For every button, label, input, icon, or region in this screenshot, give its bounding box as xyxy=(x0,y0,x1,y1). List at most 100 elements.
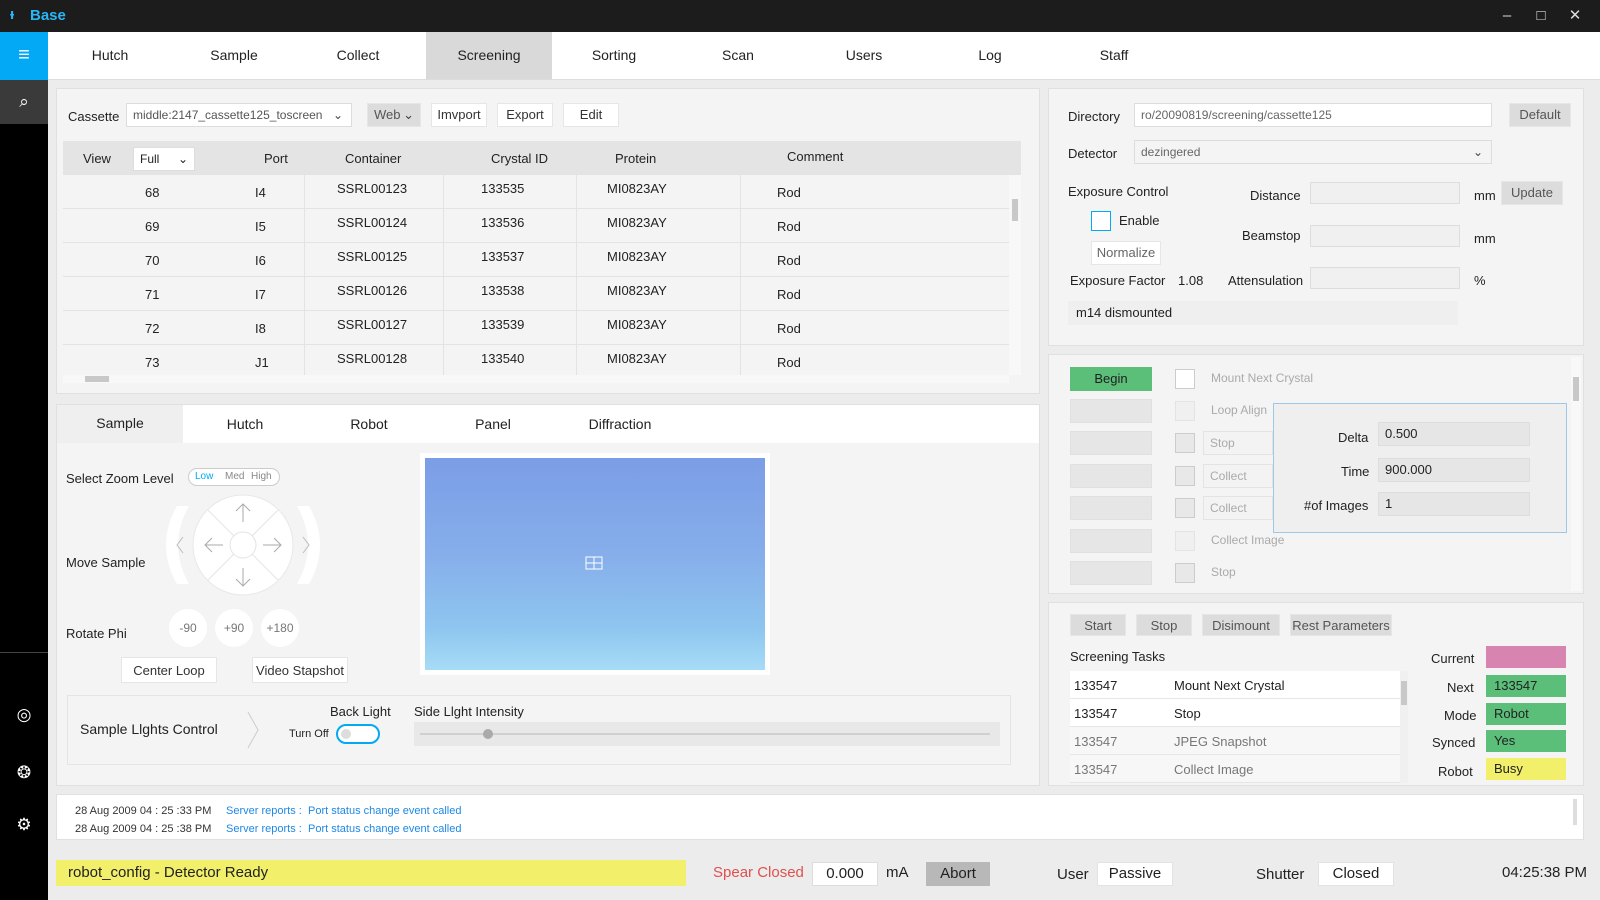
cassette-select-value: middle:2147_cassette125_toscreen xyxy=(133,108,323,122)
video-view[interactable] xyxy=(420,453,770,675)
export-button[interactable]: Export xyxy=(497,103,553,127)
table-horizontal-scrollbar[interactable] xyxy=(63,375,1009,383)
task-row[interactable]: 133547 JPEG Snapshot xyxy=(1070,727,1400,755)
beamstop-input[interactable] xyxy=(1310,225,1460,247)
rotate-plus180-button[interactable]: +180 xyxy=(261,609,299,647)
tab-users[interactable]: Users xyxy=(802,32,926,79)
sequence-scrollbar[interactable] xyxy=(1571,357,1581,591)
title-bar: ᵻ Base – □ ✕ xyxy=(0,0,1600,32)
directory-input[interactable]: ro/20090819/screening/cassette125 xyxy=(1134,103,1492,127)
slider-knob[interactable] xyxy=(483,729,494,739)
hamburger-menu-icon[interactable]: ≡ xyxy=(0,32,48,80)
subtab-sample[interactable]: Sample xyxy=(57,405,183,443)
step-loop-align: Loop Align xyxy=(1211,403,1268,417)
table-row[interactable]: 70 I6 SSRL00125 133537 MI0823AY Rod xyxy=(63,243,1009,277)
abort-button[interactable]: Abort xyxy=(926,862,990,886)
rotate-minus90-button[interactable]: -90 xyxy=(169,609,207,647)
back-light-toggle[interactable] xyxy=(336,724,380,744)
table-vertical-scrollbar[interactable] xyxy=(1009,175,1021,375)
cell-protein: MI0823AY xyxy=(607,249,667,264)
side-light-slider[interactable] xyxy=(414,722,1000,746)
rotate-plus90-button[interactable]: +90 xyxy=(215,609,253,647)
attenuation-input[interactable] xyxy=(1310,267,1460,289)
import-button[interactable]: Imvport xyxy=(431,103,487,127)
source-select[interactable]: Web ⌄ xyxy=(367,103,421,127)
cell-num: 71 xyxy=(145,287,160,302)
log-scrollbar[interactable] xyxy=(1573,799,1577,825)
tab-sorting[interactable]: Sorting xyxy=(552,32,676,79)
step-collect[interactable]: Collect xyxy=(1203,464,1273,488)
tab-screening[interactable]: Screening xyxy=(426,32,552,79)
tasks-scrollbar[interactable] xyxy=(1400,671,1408,783)
step-checkbox[interactable] xyxy=(1175,531,1195,551)
step-checkbox[interactable] xyxy=(1175,369,1195,389)
subtab-panel[interactable]: Panel xyxy=(431,405,555,443)
zoom-med[interactable]: Med xyxy=(225,471,244,482)
tab-staff[interactable]: Staff xyxy=(1052,32,1176,79)
task-row[interactable]: 133547 Stop xyxy=(1070,699,1400,727)
default-button[interactable]: Default xyxy=(1509,103,1571,127)
begin-button[interactable]: Begin xyxy=(1070,367,1152,391)
step-checkbox[interactable] xyxy=(1175,433,1195,453)
tab-collect[interactable]: Collect xyxy=(296,32,420,79)
zoom-low[interactable]: Low xyxy=(195,471,213,482)
detector-select[interactable]: dezingered ⌄ xyxy=(1134,140,1492,164)
move-sample-pad[interactable] xyxy=(163,490,323,600)
user-icon[interactable]: ◎ xyxy=(0,700,48,730)
cell-container: SSRL00125 xyxy=(337,249,408,264)
step-checkbox[interactable] xyxy=(1175,563,1195,583)
enable-checkbox[interactable] xyxy=(1091,211,1111,231)
log-panel: 28 Aug 2009 04 : 25 :33 PM Server report… xyxy=(56,794,1584,840)
tab-log[interactable]: Log xyxy=(928,32,1052,79)
table-row[interactable]: 73 J1 SSRL00128 133540 MI0823AY Rod xyxy=(63,345,1009,375)
normalize-button[interactable]: Normalize xyxy=(1091,241,1161,265)
table-row[interactable]: 68 I4 SSRL00123 133535 MI0823AY Rod xyxy=(63,175,1009,209)
subtab-hutch[interactable]: Hutch xyxy=(183,405,307,443)
tab-scan[interactable]: Scan xyxy=(676,32,800,79)
synced-label: Synced xyxy=(1432,735,1476,750)
minimize-button[interactable]: – xyxy=(1494,5,1520,27)
subtab-diffraction[interactable]: Diffraction xyxy=(555,405,685,443)
cell-port: I4 xyxy=(255,185,266,200)
tab-sample[interactable]: Sample xyxy=(172,32,296,79)
network-icon[interactable]: ❂ xyxy=(0,758,48,788)
task-row[interactable]: 133547 Collect Image xyxy=(1070,755,1400,783)
chevron-right-icon xyxy=(247,711,259,749)
zoom-high[interactable]: High xyxy=(251,471,272,482)
step-collect-2[interactable]: Collect xyxy=(1203,496,1273,520)
step-checkbox[interactable] xyxy=(1175,401,1195,421)
maximize-button[interactable]: □ xyxy=(1528,5,1554,27)
cell-container: SSRL00124 xyxy=(337,215,408,230)
dismount-button[interactable]: Disimount xyxy=(1202,614,1280,636)
edit-button[interactable]: Edit xyxy=(563,103,619,127)
tab-hutch[interactable]: Hutch xyxy=(48,32,172,79)
settings-gear-icon[interactable]: ⚙ xyxy=(0,810,48,840)
update-button[interactable]: Update xyxy=(1501,181,1563,205)
subtab-robot[interactable]: Robot xyxy=(307,405,431,443)
stop-button[interactable]: Stop xyxy=(1136,614,1192,636)
step-checkbox[interactable] xyxy=(1175,498,1195,518)
main-tabs: Hutch Sample Collect Screening Sorting S… xyxy=(48,32,1600,80)
delta-input[interactable]: 0.500 xyxy=(1378,422,1530,446)
step-checkbox[interactable] xyxy=(1175,466,1195,486)
task-row[interactable]: 133547 Mount Next Crystal xyxy=(1070,671,1400,699)
time-input[interactable]: 900.000 xyxy=(1378,458,1530,482)
table-row[interactable]: 71 I7 SSRL00126 133538 MI0823AY Rod xyxy=(63,277,1009,311)
center-loop-button[interactable]: Center Loop xyxy=(121,657,217,683)
view-select[interactable]: Full ⌄ xyxy=(133,147,195,171)
table-row[interactable]: 72 I8 SSRL00127 133539 MI0823AY Rod xyxy=(63,311,1009,345)
step-stop[interactable]: Stop xyxy=(1203,431,1273,455)
search-icon[interactable]: ⌕ xyxy=(0,80,48,124)
back-light-label: Back Light xyxy=(330,704,391,719)
chevron-down-icon: ⌄ xyxy=(1472,145,1483,159)
cassette-select[interactable]: middle:2147_cassette125_toscreen ⌄ xyxy=(126,103,352,127)
dpad-center[interactable] xyxy=(229,531,257,559)
close-button[interactable]: ✕ xyxy=(1562,5,1588,27)
cassette-panel: Cassette middle:2147_cassette125_toscree… xyxy=(56,88,1040,394)
distance-input[interactable] xyxy=(1310,182,1460,204)
reset-parameters-button[interactable]: Rest Parameters xyxy=(1290,614,1392,636)
images-input[interactable]: 1 xyxy=(1378,492,1530,516)
video-snapshot-button[interactable]: Video Stapshot xyxy=(252,657,348,683)
start-button[interactable]: Start xyxy=(1070,614,1126,636)
table-row[interactable]: 69 I5 SSRL00124 133536 MI0823AY Rod xyxy=(63,209,1009,243)
